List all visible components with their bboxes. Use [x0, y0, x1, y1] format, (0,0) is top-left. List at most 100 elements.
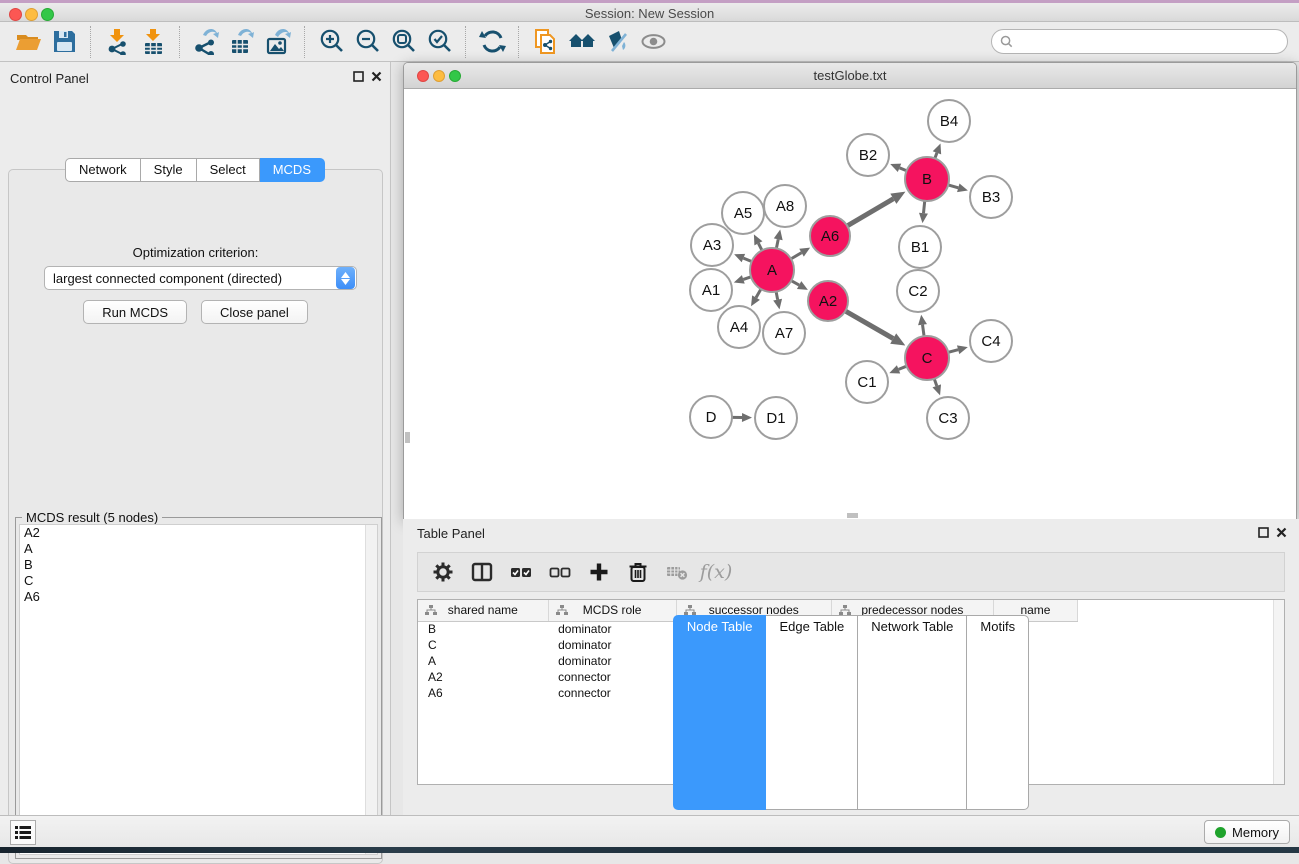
network-node-B1[interactable]: B1: [899, 226, 941, 268]
graphics-details-button[interactable]: [635, 26, 671, 58]
network-node-A3[interactable]: A3: [691, 224, 733, 266]
network-node-A6[interactable]: A6: [810, 216, 850, 256]
close-table-panel-icon[interactable]: [1276, 527, 1287, 538]
network-node-D[interactable]: D: [690, 396, 732, 438]
network-window-titlebar[interactable]: testGlobe.txt: [404, 63, 1296, 89]
table-settings-button[interactable]: [426, 557, 460, 587]
tab-mcds[interactable]: MCDS: [260, 158, 325, 182]
edge-A-A4[interactable]: [756, 289, 761, 298]
tab-node-table[interactable]: Node Table: [673, 615, 767, 810]
edge-C-C2[interactable]: [923, 325, 925, 336]
svg-text:A: A: [767, 262, 777, 279]
add-column-button[interactable]: [582, 557, 616, 587]
column-view-button[interactable]: [465, 557, 499, 587]
zoom-in-button[interactable]: [313, 26, 349, 58]
network-node-C4[interactable]: C4: [970, 320, 1012, 362]
export-table-button[interactable]: [224, 26, 260, 58]
network-node-A2[interactable]: A2: [808, 281, 848, 321]
network-node-A7[interactable]: A7: [763, 312, 805, 354]
network-node-A1[interactable]: A1: [690, 269, 732, 311]
result-item[interactable]: B: [20, 557, 377, 573]
float-panel-icon[interactable]: [353, 71, 364, 82]
edge-A2-C[interactable]: [845, 311, 893, 339]
edge-A-A8[interactable]: [776, 239, 778, 248]
network-node-B[interactable]: B: [905, 157, 949, 201]
import-network-button[interactable]: [99, 26, 135, 58]
edge-C-C3[interactable]: [934, 379, 937, 386]
function-builder-button[interactable]: f(x): [699, 557, 733, 587]
network-node-C[interactable]: C: [905, 336, 949, 380]
edge-A-A7[interactable]: [776, 292, 778, 300]
network-node-A4[interactable]: A4: [718, 306, 760, 348]
edge-A-A2[interactable]: [791, 281, 799, 285]
network-node-C2[interactable]: C2: [897, 270, 939, 312]
home-button[interactable]: [563, 26, 599, 58]
network-node-A8[interactable]: A8: [764, 185, 806, 227]
control-panel: Control Panel NetworkStyleSelectMCDS Opt…: [0, 62, 391, 815]
zoom-selected-button[interactable]: [421, 26, 457, 58]
toolbar-separator: [465, 26, 466, 58]
float-table-panel-icon[interactable]: [1258, 527, 1269, 538]
delete-table-button[interactable]: [660, 557, 694, 587]
edge-A-A5[interactable]: [758, 243, 762, 250]
result-item[interactable]: C: [20, 573, 377, 589]
hide-annotations-button[interactable]: [599, 26, 635, 58]
svg-text:A6: A6: [821, 228, 839, 245]
tab-select[interactable]: Select: [197, 158, 260, 182]
network-graph[interactable]: B4 B2 B B3 A8A5 A6 A3 B1 A A1 C2 A2 A4A7 C4 C C1 D D1 C3: [404, 89, 1296, 519]
import-table-button[interactable]: [135, 26, 171, 58]
open-session-button[interactable]: [10, 26, 46, 58]
network-node-B3[interactable]: B3: [970, 176, 1012, 218]
network-node-D1[interactable]: D1: [755, 397, 797, 439]
deselect-all-columns-button[interactable]: [543, 557, 577, 587]
network-from-selection-button[interactable]: [527, 26, 563, 58]
apply-layout-button[interactable]: [474, 26, 510, 58]
export-network-button[interactable]: [188, 26, 224, 58]
network-node-C1[interactable]: C1: [846, 361, 888, 403]
edge-C-C4[interactable]: [948, 350, 958, 353]
edge-A-A3[interactable]: [743, 258, 751, 261]
show-panels-button[interactable]: [10, 820, 36, 845]
edge-B-B1[interactable]: [923, 201, 924, 213]
network-node-A5[interactable]: A5: [722, 192, 764, 234]
vertical-scroll-indicator[interactable]: [405, 432, 410, 443]
network-node-A[interactable]: A: [750, 248, 794, 292]
network-node-B4[interactable]: B4: [928, 100, 970, 142]
close-panel-icon[interactable]: [371, 71, 382, 82]
edge-A-A6[interactable]: [791, 253, 802, 259]
criterion-dropdown[interactable]: largest connected component (directed): [44, 266, 357, 290]
edge-B-B3[interactable]: [948, 185, 958, 188]
close-panel-button[interactable]: Close panel: [201, 300, 308, 324]
edge-C-C1[interactable]: [899, 366, 907, 369]
network-node-C3[interactable]: C3: [927, 397, 969, 439]
network-node-B2[interactable]: B2: [847, 134, 889, 176]
result-item[interactable]: A: [20, 541, 377, 557]
edge-B-B2[interactable]: [899, 168, 906, 171]
edge-A6-B[interactable]: [847, 199, 893, 226]
result-item[interactable]: A6: [20, 589, 377, 605]
tab-network-table[interactable]: Network Table: [858, 615, 967, 810]
memory-button[interactable]: Memory: [1204, 820, 1290, 844]
delete-column-button[interactable]: [621, 557, 655, 587]
result-list-scrollbar[interactable]: [365, 525, 377, 854]
svg-text:C4: C4: [981, 333, 1000, 350]
search-input[interactable]: [1018, 34, 1268, 49]
desktop-background: [0, 847, 1299, 853]
horizontal-scroll-indicator[interactable]: [847, 513, 858, 518]
result-item[interactable]: A2: [20, 525, 377, 541]
network-canvas[interactable]: B4 B2 B B3 A8A5 A6 A3 B1 A A1 C2 A2 A4A7 C4 C C1 D D1 C3: [404, 89, 1296, 519]
edge-A-A1[interactable]: [743, 277, 751, 280]
select-all-columns-button[interactable]: [504, 557, 538, 587]
zoom-out-button[interactable]: [349, 26, 385, 58]
search-field[interactable]: [991, 29, 1288, 54]
tab-edge-table[interactable]: Edge Table: [766, 615, 858, 810]
tab-network[interactable]: Network: [65, 158, 141, 182]
toolbar-separator: [304, 26, 305, 58]
mcds-result-list[interactable]: A2ABCA6: [19, 524, 378, 855]
run-mcds-button[interactable]: Run MCDS: [83, 300, 187, 324]
zoom-fit-button[interactable]: [385, 26, 421, 58]
save-session-button[interactable]: [46, 26, 82, 58]
tab-style[interactable]: Style: [141, 158, 197, 182]
export-image-button[interactable]: [260, 26, 296, 58]
tab-motifs[interactable]: Motifs: [967, 615, 1029, 810]
